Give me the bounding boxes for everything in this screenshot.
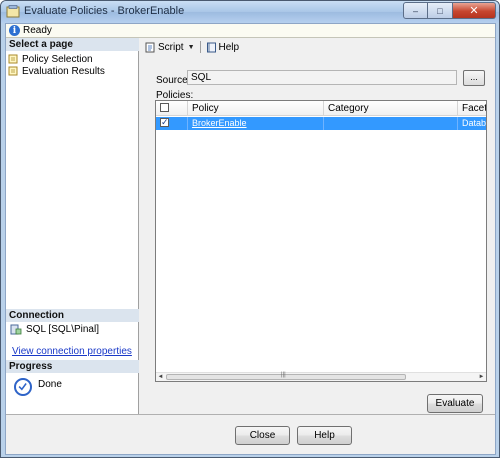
script-button[interactable]: Script ▼ [143,39,197,55]
window-icon [6,5,20,18]
close-window-button[interactable]: ✕ [453,2,496,19]
page-evaluation-results[interactable]: Evaluation Results [8,65,105,77]
scroll-left-icon[interactable]: ◄ [156,373,165,381]
title-bar[interactable]: Evaluate Policies - BrokerEnable – □ ✕ [1,1,499,23]
connection-info: SQL [SQL\Pinal] [10,324,99,335]
window-title: Evaluate Policies - BrokerEnable [24,5,185,17]
page-icon [8,66,18,76]
done-checkmark-icon [14,378,32,396]
grid-header: Policy Category Facet [156,101,486,116]
row-checkbox[interactable] [160,117,169,129]
select-page-header: Select a page [6,38,139,51]
help-toolbar-button[interactable]: Help [204,39,242,55]
scroll-thumb[interactable]: ||| [166,372,406,380]
evaluate-policies-window: Evaluate Policies - BrokerEnable – □ ✕ i… [0,0,500,458]
policy-link[interactable]: BrokerEnable [188,117,324,130]
status-text: Ready [23,25,52,36]
dialog-button-bar: Close Help [6,414,495,454]
category-cell [324,117,458,130]
chevron-down-icon[interactable]: ▼ [188,44,195,51]
page-label: Policy Selection [22,53,93,65]
toolbar: Script ▼ Help [140,38,495,56]
progress-text: Done [38,379,62,390]
column-header-category[interactable]: Category [324,101,458,116]
page-label: Evaluation Results [22,65,105,77]
table-row[interactable]: BrokerEnable Databa [156,117,487,130]
view-connection-properties-link[interactable]: View connection properties [12,346,132,357]
evaluate-button[interactable]: Evaluate [427,394,483,413]
column-header-facet[interactable]: Facet [458,101,486,116]
page-icon [8,54,18,64]
progress-header: Progress [6,360,139,373]
script-label: Script [158,41,184,53]
maximize-button[interactable]: □ [428,2,453,19]
toolbar-separator [199,41,201,53]
row-checkbox-cell[interactable] [156,117,188,130]
grip-icon: ||| [281,372,286,378]
policies-grid: Policy Category Facet BrokerEnable Datab… [155,100,487,382]
column-header-policy[interactable]: Policy [188,101,324,116]
facet-cell: Databa [462,118,487,128]
close-button[interactable]: Close [235,426,290,445]
connection-label: SQL [SQL\Pinal] [26,324,99,335]
browse-source-button[interactable]: ... [463,70,485,86]
minimize-button[interactable]: – [403,2,428,19]
dialog-client-area: i Ready Select a page Policy Selection E… [5,23,496,455]
horizontal-scrollbar[interactable]: ◄ ||| ► [156,372,486,381]
help-button[interactable]: Help [297,426,352,445]
header-select-all[interactable] [156,101,188,116]
status-bar: i Ready [6,24,495,38]
script-icon [145,42,155,52]
help-toolbar-label: Help [218,41,240,53]
right-pane: Script ▼ Help Source: SQL ... Policies: [140,38,495,414]
scroll-right-icon[interactable]: ► [477,373,486,381]
connection-header: Connection [6,309,139,322]
source-field: SQL [187,70,457,85]
help-book-icon [206,42,216,52]
info-icon: i [9,25,20,36]
select-all-checkbox[interactable] [160,103,169,112]
source-label: Source: [156,75,191,86]
server-connection-icon [10,324,22,335]
page-policy-selection[interactable]: Policy Selection [8,53,93,65]
left-pane: Select a page Policy Selection Evaluatio… [6,38,139,414]
